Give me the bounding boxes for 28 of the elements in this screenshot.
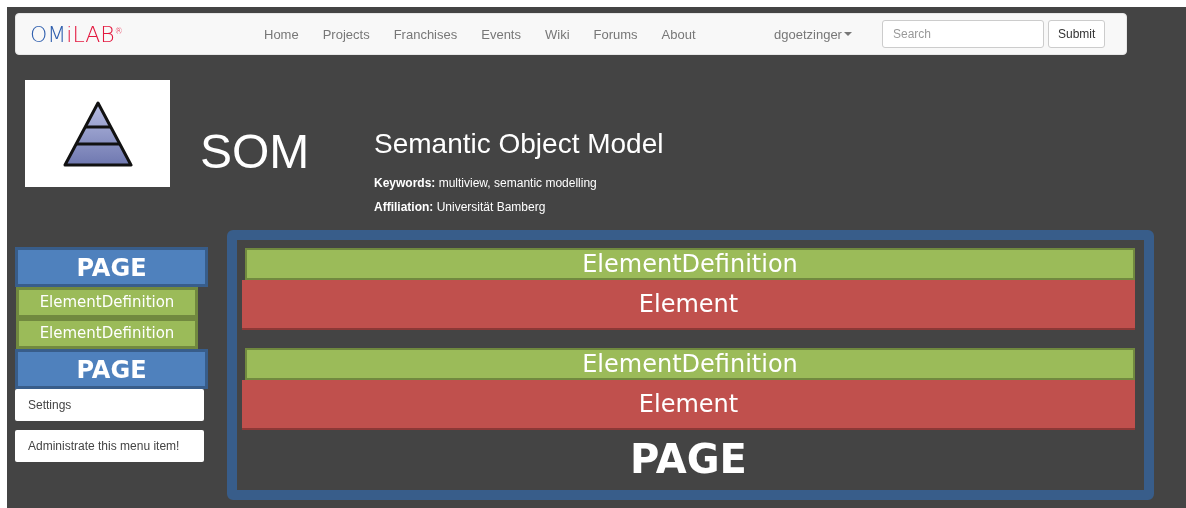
nav-link[interactable]: Projects <box>310 26 382 42</box>
element-definition-label: ElementDefinition <box>16 318 198 349</box>
project-acronym: SOM <box>200 124 311 179</box>
submit-button[interactable]: Submit <box>1048 20 1106 48</box>
pyramid-icon <box>62 100 133 167</box>
element-definition-label: ElementDefinition <box>245 348 1135 380</box>
search-field[interactable]: Search <box>882 20 1044 48</box>
element-definition-label: ElementDefinition <box>245 248 1135 280</box>
nav-link[interactable]: Home <box>252 26 311 42</box>
element-definition-label: ElementDefinition <box>16 287 198 318</box>
page-label: PAGE <box>15 247 208 287</box>
page-label: PAGE <box>15 349 208 389</box>
nav-link[interactable]: Events <box>469 26 533 42</box>
sidebar-item[interactable]: Administrate this menu item! <box>15 430 204 462</box>
logo[interactable]: OM iLAB$^{®}$ <box>30 21 252 47</box>
affiliation-text: Affiliation: Universität Bamberg <box>374 200 547 214</box>
element-label: Element <box>242 280 1135 330</box>
page-label: PAGE <box>629 436 748 482</box>
project-title: Semantic Object Model <box>374 128 664 160</box>
nav-link[interactable]: Forums <box>581 26 650 42</box>
user-menu[interactable]: dgoetzinger <box>774 26 870 42</box>
sidebar-item[interactable]: Settings <box>15 389 204 421</box>
nav-link[interactable]: Franchises <box>381 26 470 42</box>
nav-link[interactable]: Wiki <box>533 26 582 42</box>
keywords-text: Keywords: multiview, semantic modelling <box>374 176 598 190</box>
caret-icon <box>843 31 852 37</box>
element-label: Element <box>242 380 1135 430</box>
nav-link[interactable]: About <box>649 26 708 42</box>
